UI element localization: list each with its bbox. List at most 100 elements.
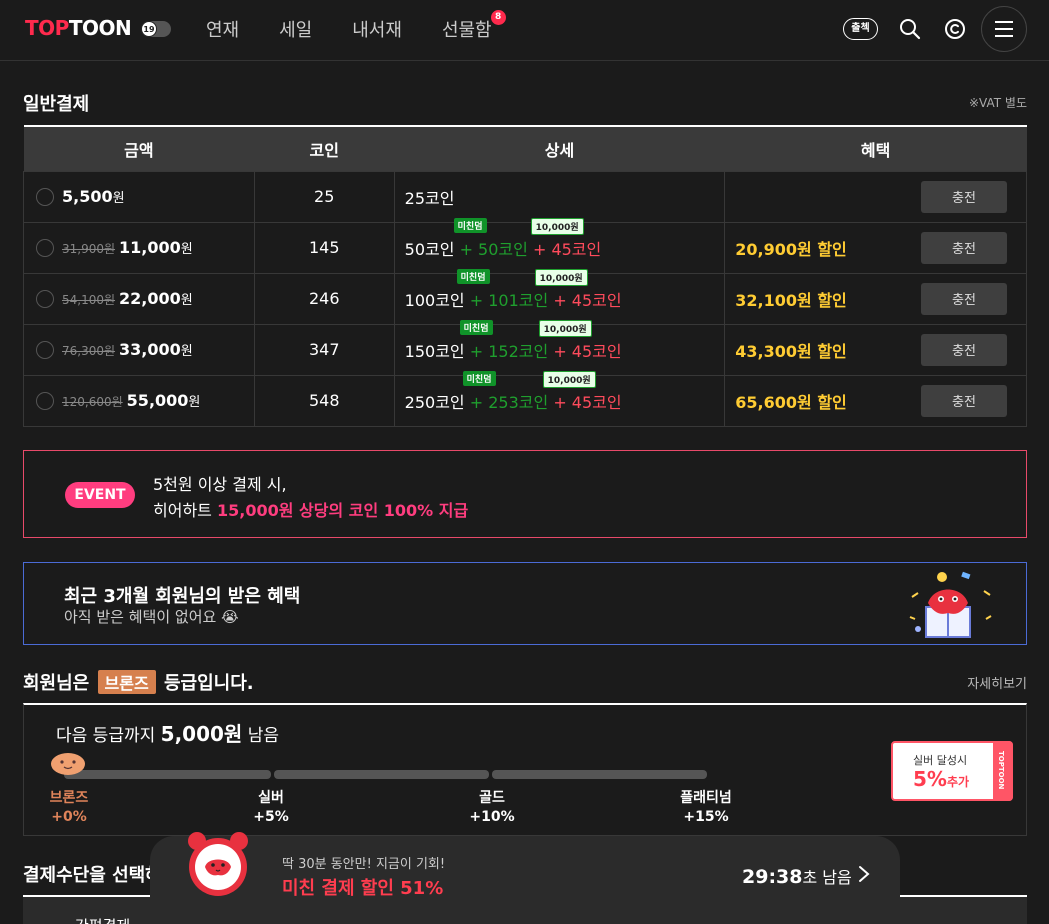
coin-count: 548 bbox=[253, 374, 395, 427]
coin-icon[interactable] bbox=[943, 17, 967, 41]
col-detail-header: 상세 bbox=[394, 126, 725, 171]
payment-method-title: 결제수단을 선택하 bbox=[23, 865, 162, 886]
original-price: 76,300원 bbox=[62, 343, 116, 358]
coin-shop-page: TOPTOON 19 연재 세일 내서재 선물함 8 출첵 일반결제 ※VAT … bbox=[0, 0, 1049, 924]
alarm-clock-icon bbox=[188, 832, 248, 896]
detail-cell: 미친덤 10,000원 150코인 + 152코인 + 45코인 bbox=[393, 319, 726, 376]
row-radio[interactable] bbox=[36, 341, 54, 360]
charge-button[interactable]: 충전 bbox=[921, 333, 1007, 366]
flash-sale-popup[interactable]: 딱 30분 동안만! 지금이 기회! 미친 결제 할인 51% 29:38초 남… bbox=[150, 832, 900, 924]
vat-note: ※VAT 별도 bbox=[969, 96, 1027, 110]
table-row[interactable]: 5,500원 25 25코인 충전 bbox=[23, 170, 1027, 223]
nav-sale[interactable]: 세일 bbox=[279, 16, 312, 42]
table-row[interactable]: 54,100원 22,000원 246 미친덤 10,000원 100코인 + 101코인… bbox=[23, 268, 1027, 325]
chevron-right-icon[interactable] bbox=[858, 865, 870, 883]
table-row[interactable]: 31,900원 11,000원 145 미친덤 10,000원 50코인 + 50코인 +… bbox=[23, 217, 1027, 274]
progress-segment-silver bbox=[274, 770, 489, 779]
base-coins: 50코인 bbox=[404, 239, 455, 259]
sale-price: 11,000 bbox=[119, 237, 181, 257]
adult-toggle[interactable]: 19 bbox=[141, 21, 171, 37]
detail-cell: 미친덤 10,000원 50코인 + 50코인 + 45코인 bbox=[393, 217, 726, 274]
flash-sale-line1: 딱 30분 동안만! 지금이 기회! bbox=[282, 857, 446, 872]
progress-segment-gold bbox=[492, 770, 707, 779]
won-unit: 원 bbox=[180, 292, 193, 308]
bonus-tag: 미친덤 bbox=[453, 217, 487, 233]
benefit-cell: 43,300원 할인 충전 bbox=[724, 323, 1027, 376]
col-amount-header: 금액 bbox=[23, 126, 255, 171]
grade-badge: 브론즈 bbox=[97, 670, 156, 694]
bonus-tag: 미친덤 bbox=[459, 319, 493, 335]
row-radio[interactable] bbox=[36, 290, 54, 309]
original-price: 120,600원 bbox=[62, 394, 123, 409]
price-table: 금액 코인 상세 혜택 5,500원 25 25코인 충전 31,900원 11,000… bbox=[23, 125, 1027, 427]
discount-text: 65,600원 할인 bbox=[735, 392, 847, 412]
amount-cell[interactable]: 120,600원 55,000원 bbox=[23, 374, 255, 427]
discount-text: 20,900원 할인 bbox=[735, 239, 847, 259]
grade-progress-box: 다음 등급까지 5,000원 남음 브론즈 +0% 실버 +5% 골드 +10% 플래… bbox=[23, 703, 1027, 836]
extra-tag: 10,000원 bbox=[542, 370, 596, 388]
sale-price: 55,000 bbox=[126, 390, 189, 410]
base-coins: 150코인 bbox=[404, 341, 465, 361]
event-badge: EVENT bbox=[65, 482, 135, 508]
event-line2: 히어하트 15,000원 상당의 코인 100% 지급 bbox=[153, 501, 469, 520]
progress-segment-bronze bbox=[64, 770, 271, 779]
amount-cell[interactable]: 31,900원 11,000원 bbox=[23, 221, 255, 274]
bonus-coins: + 253코인 bbox=[469, 392, 549, 412]
amount-cell[interactable]: 54,100원 22,000원 bbox=[23, 272, 255, 325]
col-coin-header: 코인 bbox=[254, 126, 395, 171]
base-coins: 100코인 bbox=[404, 290, 465, 310]
bronze-mascot-icon bbox=[51, 753, 85, 775]
row-radio[interactable] bbox=[36, 188, 54, 207]
charge-button[interactable]: 충전 bbox=[921, 180, 1007, 213]
detail-cell: 미친덤 10,000원 100코인 + 101코인 + 45코인 bbox=[393, 268, 726, 325]
attendance-button[interactable]: 출첵 bbox=[843, 18, 878, 40]
original-price: 31,900원 bbox=[62, 241, 116, 256]
extra-coins: + 45코인 bbox=[553, 341, 622, 361]
benefit-cell: 32,100원 할인 충전 bbox=[724, 272, 1027, 325]
main-nav: 연재 세일 내서재 선물함 8 bbox=[206, 10, 532, 42]
age-19-icon: 19 bbox=[141, 21, 157, 37]
event-banner[interactable]: EVENT 5천원 이상 결제 시, 히어하트 15,000원 상당의 코인 1… bbox=[23, 450, 1027, 538]
level-bronze: 브론즈 +0% bbox=[49, 790, 89, 825]
won-unit: 원 bbox=[180, 241, 193, 257]
amount-cell[interactable]: 76,300원 33,000원 bbox=[23, 323, 255, 376]
col-benefit-header: 혜택 bbox=[724, 126, 1027, 171]
table-row[interactable]: 76,300원 33,000원 347 미친덤 10,000원 150코인 + 152코인… bbox=[23, 319, 1027, 376]
coin-count: 25 bbox=[253, 170, 395, 223]
base-coins: 250코인 bbox=[404, 392, 465, 412]
sale-price: 33,000 bbox=[119, 339, 181, 359]
menu-button[interactable] bbox=[981, 6, 1027, 52]
charge-button[interactable]: 충전 bbox=[921, 231, 1007, 264]
gift-mascot-illustration bbox=[909, 571, 992, 638]
table-row[interactable]: 120,600원 55,000원 548 미친덤 10,000원 250코인 + 253코… bbox=[23, 370, 1027, 427]
countdown-timer: 29:38초 남음 bbox=[742, 866, 852, 888]
benefit-cell: 65,600원 할인 충전 bbox=[724, 374, 1027, 427]
amount-cell[interactable]: 5,500원 bbox=[23, 170, 255, 223]
bonus-tag: 미친덤 bbox=[462, 370, 496, 386]
menu-icon bbox=[995, 21, 1013, 37]
grade-detail-link[interactable]: 자세히보기 bbox=[967, 673, 1027, 692]
detail-cell: 25코인 bbox=[393, 170, 726, 223]
search-icon[interactable] bbox=[898, 17, 922, 41]
toptoon-logo[interactable]: TOPTOON bbox=[25, 16, 132, 40]
nav-serial[interactable]: 연재 bbox=[206, 16, 239, 42]
base-coins: 25코인 bbox=[404, 188, 455, 208]
row-radio[interactable] bbox=[36, 392, 54, 411]
charge-button[interactable]: 충전 bbox=[921, 384, 1007, 417]
row-radio[interactable] bbox=[36, 239, 54, 258]
recent-benefit-box: 최근 3개월 회원님의 받은 혜택 아직 받은 혜택이 없어요 😭 bbox=[23, 562, 1027, 645]
discount-text: 32,100원 할인 bbox=[735, 290, 847, 310]
nav-giftbox-label: 선물함 bbox=[441, 20, 492, 41]
nav-giftbox[interactable]: 선물함 8 bbox=[441, 10, 506, 42]
extra-tag: 10,000원 bbox=[538, 319, 592, 337]
next-grade-amount: 5,000원 bbox=[160, 722, 243, 746]
nav-library[interactable]: 내서재 bbox=[352, 16, 402, 42]
silver-bonus-ticket: 실버 달성시 5%추가 TOPTOON bbox=[891, 741, 1013, 801]
benefit-cell: 20,900원 할인 충전 bbox=[724, 221, 1027, 274]
level-gold: 골드 +10% bbox=[469, 790, 515, 825]
level-silver: 실버 +5% bbox=[253, 790, 289, 825]
charge-button[interactable]: 충전 bbox=[921, 282, 1007, 315]
coin-count: 347 bbox=[253, 323, 395, 376]
extra-coins: + 45코인 bbox=[532, 239, 602, 259]
won-unit: 원 bbox=[188, 394, 201, 410]
